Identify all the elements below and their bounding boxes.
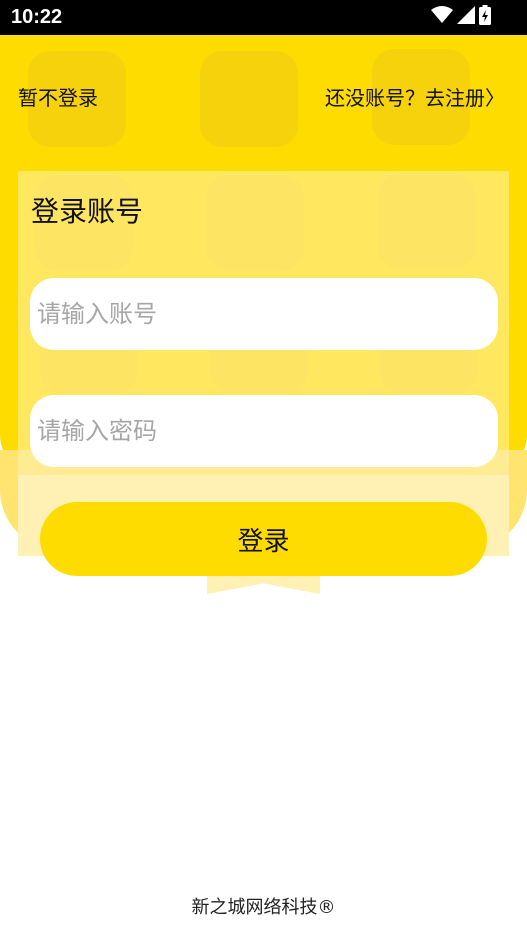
skip-login-link[interactable]: 暂不登录 bbox=[18, 82, 98, 111]
login-button[interactable]: 登录 bbox=[40, 502, 487, 576]
status-time: 10:22 bbox=[11, 6, 63, 28]
status-bar: 10:22 bbox=[0, 0, 527, 35]
account-input[interactable] bbox=[30, 278, 498, 350]
register-link[interactable]: 还没账号？去注册〉 bbox=[325, 82, 505, 111]
status-icons bbox=[431, 5, 491, 29]
decor-tile-cat bbox=[200, 51, 298, 147]
password-input[interactable] bbox=[30, 395, 498, 467]
battery-icon bbox=[479, 5, 491, 29]
footer-company: 新之城网络科技® bbox=[191, 897, 336, 918]
login-title: 登录账号 bbox=[31, 195, 144, 228]
wifi-icon bbox=[431, 6, 453, 28]
cell-signal-icon bbox=[457, 6, 475, 28]
